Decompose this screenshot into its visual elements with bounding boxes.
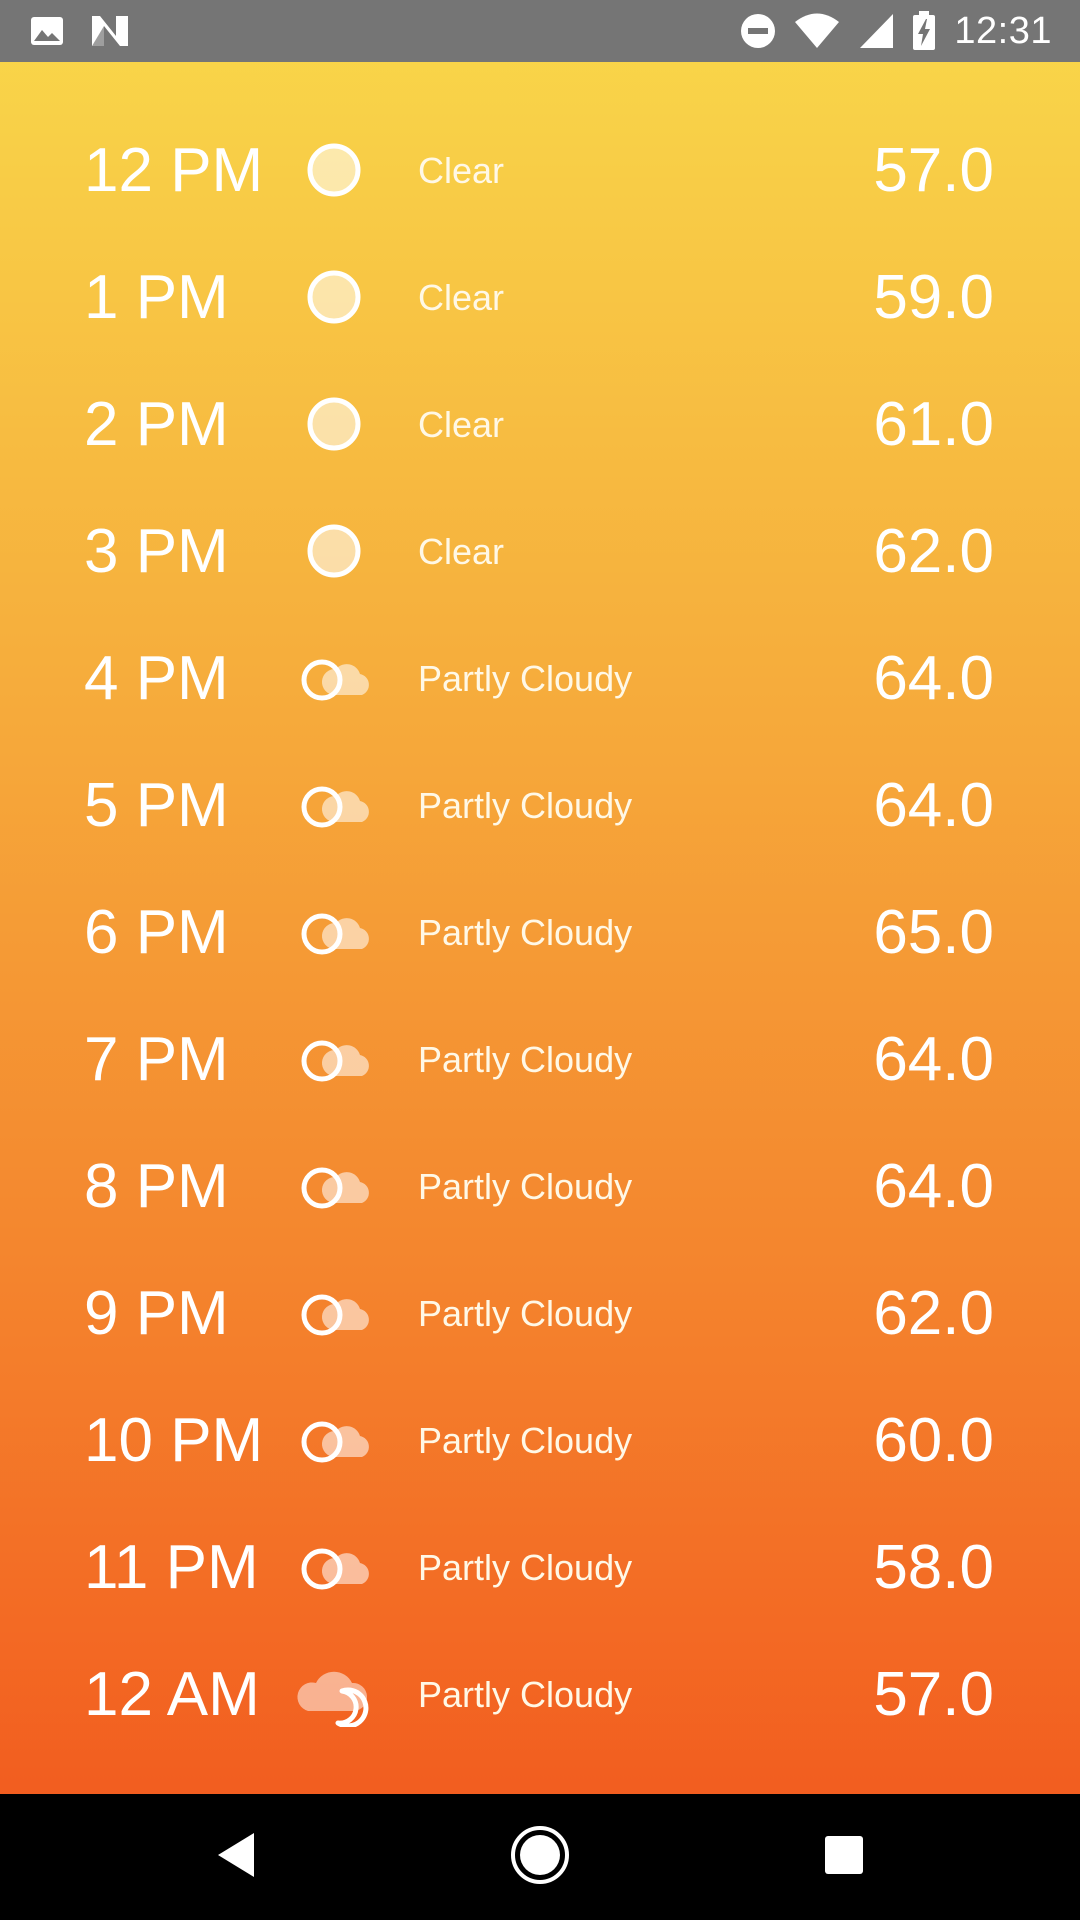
weather-screen: 12:31 12 PM Clear 57.0 1 PM Clear 59.0 2 PM Cle… — [0, 0, 1080, 1920]
forecast-condition: Partly Cloudy — [418, 658, 633, 699]
forecast-row[interactable]: 2 PM Clear 61.0 — [0, 361, 1080, 488]
back-icon — [216, 1832, 256, 1883]
forecast-row[interactable]: 9 PM Partly Cloudy 62.0 — [0, 1250, 1080, 1377]
forecast-row[interactable]: 1 PM Clear 59.0 — [0, 234, 1080, 361]
forecast-condition: Partly Cloudy — [418, 912, 633, 953]
forecast-temperature: 64.0 — [873, 771, 994, 840]
recents-button[interactable] — [774, 1794, 914, 1920]
forecast-hour: 2 PM — [84, 390, 229, 459]
forecast-hour: 6 PM — [84, 898, 229, 967]
forecast-hour: 12 PM — [84, 136, 264, 205]
partly-cloudy-night-icon — [294, 1661, 374, 1727]
forecast-temperature: 61.0 — [873, 390, 994, 459]
forecast-condition: Clear — [418, 150, 505, 191]
home-button[interactable] — [470, 1794, 610, 1920]
forecast-temperature: 60.0 — [873, 1406, 994, 1475]
forecast-row[interactable]: 3 PM Clear 62.0 — [0, 488, 1080, 615]
status-bar: 12:31 — [0, 0, 1080, 62]
forecast-temperature: 62.0 — [873, 517, 994, 586]
forecast-condition: Partly Cloudy — [418, 785, 633, 826]
forecast-row[interactable]: 7 PM Partly Cloudy 64.0 — [0, 996, 1080, 1123]
forecast-hour: 9 PM — [84, 1279, 229, 1348]
do-not-disturb-icon — [740, 13, 776, 49]
forecast-condition: Partly Cloudy — [418, 1039, 633, 1080]
battery-charging-icon — [912, 11, 936, 51]
forecast-condition: Partly Cloudy — [418, 1293, 633, 1334]
sun-icon — [294, 137, 374, 203]
forecast-hour: 4 PM — [84, 644, 229, 713]
forecast-condition: Clear — [418, 404, 505, 445]
partly-cloudy-icon — [294, 1534, 374, 1600]
forecast-temperature: 62.0 — [873, 1279, 994, 1348]
recents-icon — [824, 1835, 864, 1880]
forecast-row[interactable]: 4 PM Partly Cloudy 64.0 — [0, 615, 1080, 742]
forecast-condition: Partly Cloudy — [418, 1674, 633, 1715]
forecast-temperature: 64.0 — [873, 644, 994, 713]
forecast-row[interactable]: 12 PM Clear 57.0 — [0, 107, 1080, 234]
partly-cloudy-icon — [294, 1407, 374, 1473]
forecast-row[interactable]: 6 PM Partly Cloudy 65.0 — [0, 869, 1080, 996]
forecast-condition: Partly Cloudy — [418, 1547, 633, 1588]
forecast-temperature: 57.0 — [873, 136, 994, 205]
forecast-row[interactable]: 8 PM Partly Cloudy 64.0 — [0, 1123, 1080, 1250]
status-time: 12:31 — [954, 9, 1052, 52]
forecast-row[interactable]: 11 PM Partly Cloudy 58.0 — [0, 1504, 1080, 1631]
forecast-row[interactable]: 5 PM Partly Cloudy 64.0 — [0, 742, 1080, 869]
back-button[interactable] — [166, 1794, 306, 1920]
signal-icon — [858, 13, 894, 49]
wifi-icon — [794, 13, 840, 49]
forecast-temperature: 64.0 — [873, 1152, 994, 1221]
partly-cloudy-icon — [294, 1153, 374, 1219]
forecast-temperature: 64.0 — [873, 1025, 994, 1094]
n-notification-icon — [90, 14, 130, 48]
forecast-hour: 5 PM — [84, 771, 229, 840]
forecast-hour: 11 PM — [84, 1533, 259, 1602]
forecast-temperature: 65.0 — [873, 898, 994, 967]
sun-icon — [294, 264, 374, 330]
forecast-temperature: 57.0 — [873, 1660, 994, 1729]
partly-cloudy-icon — [294, 772, 374, 838]
forecast-condition: Clear — [418, 531, 505, 572]
forecast-row[interactable]: 12 AM Partly Cloudy 57.0 — [0, 1631, 1080, 1758]
forecast-condition: Clear — [418, 277, 505, 318]
navigation-bar — [0, 1794, 1080, 1920]
status-bar-left — [30, 0, 156, 62]
forecast-hour: 12 AM — [84, 1660, 260, 1729]
forecast-condition: Partly Cloudy — [418, 1420, 633, 1461]
image-notification-icon — [30, 16, 64, 46]
status-bar-right: 12:31 — [740, 0, 1052, 62]
partly-cloudy-icon — [294, 899, 374, 965]
partly-cloudy-icon — [294, 645, 374, 711]
home-icon — [510, 1825, 570, 1890]
forecast-hour: 1 PM — [84, 263, 229, 332]
forecast-condition: Partly Cloudy — [418, 1166, 633, 1207]
forecast-hour: 3 PM — [84, 517, 229, 586]
hourly-forecast-list[interactable]: 12 PM Clear 57.0 1 PM Clear 59.0 2 PM Clear 61.0… — [0, 107, 1080, 1758]
partly-cloudy-icon — [294, 1280, 374, 1346]
sun-icon — [294, 391, 374, 457]
forecast-hour: 7 PM — [84, 1025, 229, 1094]
partly-cloudy-icon — [294, 1026, 374, 1092]
forecast-hour: 8 PM — [84, 1152, 229, 1221]
forecast-hour: 10 PM — [84, 1406, 264, 1475]
forecast-temperature: 59.0 — [873, 263, 994, 332]
forecast-row[interactable]: 10 PM Partly Cloudy 60.0 — [0, 1377, 1080, 1504]
forecast-temperature: 58.0 — [873, 1533, 994, 1602]
sun-icon — [294, 518, 374, 584]
